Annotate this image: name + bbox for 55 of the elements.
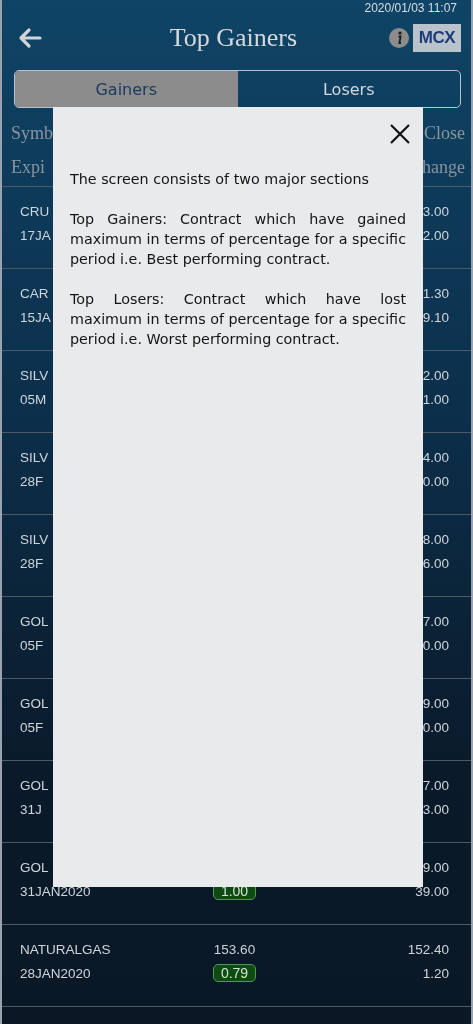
close-cell: 1.30 — [422, 285, 449, 301]
logo: MCX — [412, 24, 461, 52]
help-text: The screen consists of two major sections — [70, 170, 371, 189]
column-header: Close — [424, 122, 465, 144]
info-icon[interactable] — [388, 28, 409, 48]
abs-change-cell: 0.00 — [422, 719, 449, 735]
expiry-cell: 05F — [20, 637, 44, 653]
column-header: hange — [422, 156, 465, 178]
column-header: Symb — [11, 122, 53, 144]
help-text: Top Gainers: Contract which have gained maximum in terms of percentage for a specific period i.e. Best performing contract. — [70, 210, 406, 269]
expiry-cell: 31JAN2020 — [20, 883, 91, 899]
close-cell: 7.00 — [422, 613, 449, 629]
status-time: 2020/01/03 11:07 — [364, 1, 457, 16]
symbol-cell: CRU — [20, 203, 50, 219]
back-arrow-icon[interactable] — [18, 27, 42, 49]
close-cell: 9.00 — [422, 859, 449, 875]
abs-change-cell: 1.20 — [422, 965, 449, 981]
close-cell: 4.00 — [422, 449, 449, 465]
abs-change-cell: 9.10 — [422, 309, 449, 325]
symbol-cell: SILV — [20, 531, 49, 547]
ltp-cell: 153.60 — [213, 941, 256, 957]
close-cell: 9.00 — [422, 695, 449, 711]
expiry-cell: 28F — [20, 555, 44, 571]
symbol-cell: GOL — [20, 777, 49, 793]
abs-change-cell: 39.00 — [415, 883, 449, 899]
abs-change-cell: 6.00 — [422, 555, 449, 571]
abs-change-cell: 1.00 — [422, 391, 449, 407]
abs-change-cell: 0.00 — [422, 637, 449, 653]
close-cell: 7.00 — [422, 777, 449, 793]
abs-change-cell: 2.00 — [422, 227, 449, 243]
change-badge: 0.79 — [212, 964, 257, 982]
help-text: Top Losers: Contract which have lost maximum in terms of percentage for a specific period i.e. Worst performing contract. — [70, 290, 406, 349]
expiry-cell: 28JAN2020 — [20, 965, 91, 981]
close-cell: 152.40 — [407, 941, 449, 957]
column-header: Expi — [11, 156, 45, 178]
expiry-cell: 28F — [20, 473, 44, 489]
tab[interactable]: Losers — [237, 71, 460, 107]
expiry-cell: 31J — [20, 801, 42, 817]
symbol-cell: GOL — [20, 695, 49, 711]
expiry-cell: 05F — [20, 719, 44, 735]
close-cell: 3.00 — [422, 203, 449, 219]
expiry-cell: 17JA — [20, 227, 51, 243]
symbol-cell: GOL — [20, 859, 49, 875]
symbol-cell: CAR — [20, 285, 49, 301]
symbol-cell: SILV — [20, 449, 49, 465]
close-cell: 2.00 — [422, 367, 449, 383]
page-title: Top Gainers — [168, 23, 299, 53]
abs-change-cell: 3.00 — [422, 801, 449, 817]
expiry-cell: 15JA — [20, 309, 51, 325]
symbol-cell: NATURALGAS — [20, 941, 111, 957]
abs-change-cell: 0.00 — [422, 473, 449, 489]
symbol-cell: GOL — [20, 613, 49, 629]
symbol-cell: SILV — [20, 367, 49, 383]
expiry-cell: 05M — [20, 391, 47, 407]
close-cell: 8.00 — [422, 531, 449, 547]
